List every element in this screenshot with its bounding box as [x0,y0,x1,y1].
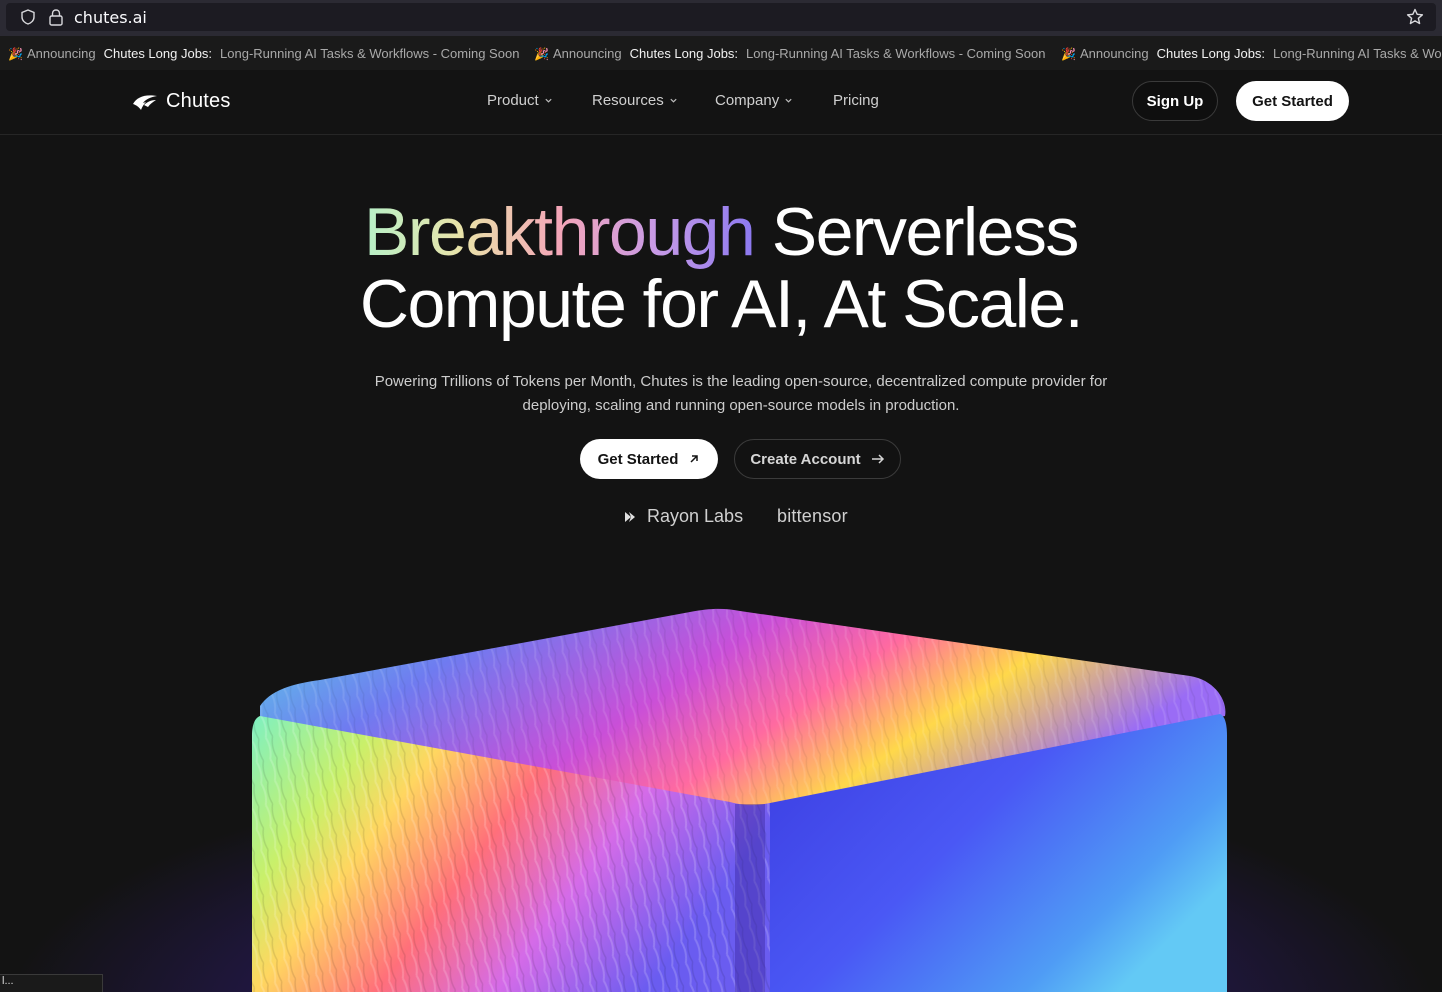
party-popper-icon: 🎉 [1061,46,1076,61]
sign-up-button[interactable]: Sign Up [1132,81,1218,121]
nav-pricing[interactable]: Pricing [833,92,879,109]
nav-company-label: Company [715,92,780,109]
ticker-description: Long-Running AI Tasks & Workf [1273,46,1442,61]
chutes-logo-icon [133,94,157,110]
site-navbar: Chutes Product Resources Company Pricing… [0,70,1442,135]
ticker-prefix: Announcing [1079,46,1149,61]
browser-toolbar: chutes.ai [0,0,1442,36]
lock-icon[interactable] [48,8,64,26]
ticker-item[interactable]: 🎉 Announcing Chutes Long Jobs: Long-Runn… [534,46,1045,61]
hero-cta-row: Get Started Create Account [0,439,1442,479]
bittensor-logo[interactable]: bittensor [777,506,848,527]
ticker-title: Chutes Long Jobs: [103,46,213,61]
ticker-title: Chutes Long Jobs: [1156,46,1266,61]
tracking-shield-icon[interactable] [20,9,36,25]
ticker-description: Long-Running AI Tasks & Workflows - Comi… [746,46,1046,61]
iridescent-cube-image [252,608,1227,992]
create-account-button[interactable]: Create Account [734,439,901,479]
bookmark-star-icon[interactable] [1406,8,1424,26]
nav-resources-label: Resources [592,92,664,109]
address-bar[interactable]: chutes.ai [6,3,1436,31]
brand-name: Chutes [166,90,231,112]
nav-pricing-label: Pricing [833,92,879,109]
create-account-label: Create Account [750,450,861,468]
rayon-labs-logo[interactable]: Rayon Labs [623,506,743,527]
ticker-title: Chutes Long Jobs: [629,46,739,61]
nav-company[interactable]: Company [715,92,793,109]
status-bar-tooltip: l... [0,974,103,992]
ticker-description: Long-Running AI Tasks & Workflows - Comi… [220,46,520,61]
ticker-prefix: Announcing [552,46,622,61]
hero-get-started-button[interactable]: Get Started [580,439,718,479]
nav-product[interactable]: Product [487,92,553,109]
hero-get-started-label: Get Started [597,450,679,468]
party-popper-icon: 🎉 [534,46,549,61]
ticker-prefix: Announcing [26,46,96,61]
chevron-down-icon [670,98,677,103]
chevron-down-icon [545,98,552,103]
ticker-item[interactable]: 🎉 Announcing Chutes Long Jobs: Long-Runn… [1061,46,1442,61]
announcement-ticker[interactable]: 🎉 Announcing Chutes Long Jobs: Long-Runn… [0,36,1442,70]
arrow-up-right-icon [690,455,699,463]
hero-title-highlight: Breakthrough [364,194,756,270]
chevron-down-icon [785,98,792,103]
rayon-labs-icon [625,511,635,522]
hero-title-line1-rest: Serverless [771,194,1080,270]
nav-resources[interactable]: Resources [592,92,678,109]
brand-logo[interactable]: Chutes [132,90,231,113]
rayon-labs-text: Rayon Labs [647,506,744,526]
hero-title-line2: Compute for AI, At Scale. [359,266,1084,342]
ticker-item[interactable]: 🎉 Announcing Chutes Long Jobs: Long-Runn… [8,46,519,61]
partner-logos: Rayon Labs bittensor [0,506,1442,532]
hero-title: Breakthrough Serverless Compute for AI, … [0,196,1442,340]
arrow-right-icon [871,454,884,464]
party-popper-icon: 🎉 [8,46,23,61]
nav-product-label: Product [487,92,539,109]
hero-subtitle: Powering Trillions of Tokens per Month, … [374,373,1108,414]
nav-get-started-button[interactable]: Get Started [1236,81,1349,121]
url-text[interactable]: chutes.ai [74,8,147,27]
